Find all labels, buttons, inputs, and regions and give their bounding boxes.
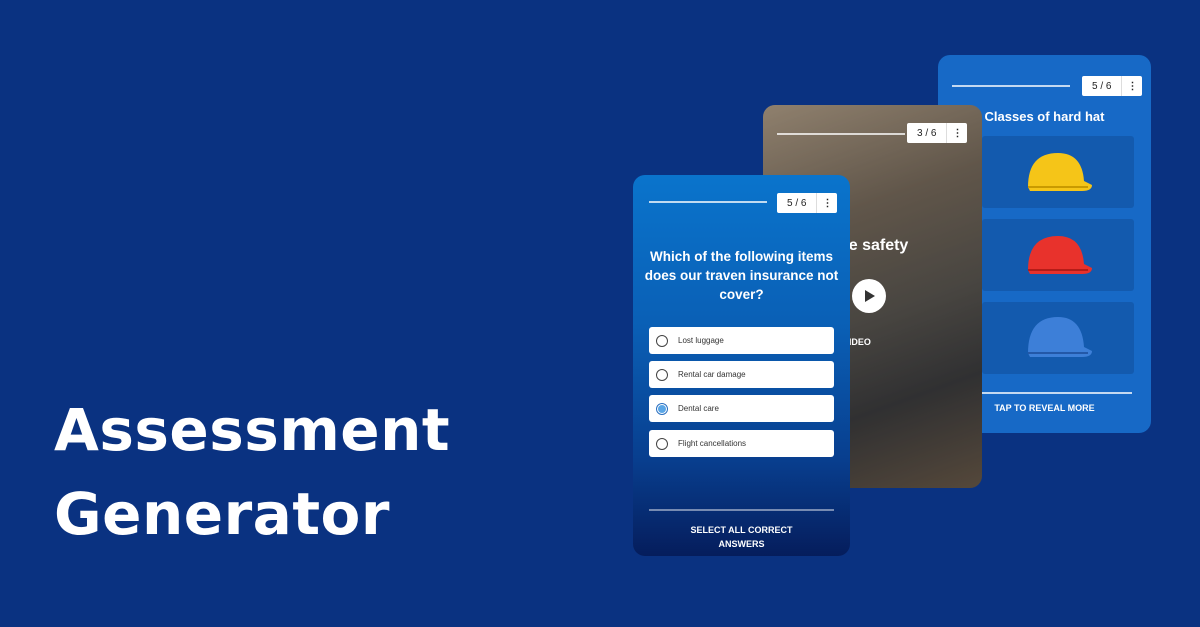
yellow-hard-hat-icon xyxy=(1028,153,1092,191)
answer-option[interactable]: Dental care xyxy=(649,395,834,422)
option-label: Lost luggage xyxy=(678,336,724,345)
divider xyxy=(649,509,834,511)
hat-tile-yellow[interactable] xyxy=(982,136,1134,208)
option-label: Dental care xyxy=(678,404,719,413)
more-vertical-icon[interactable]: ⋮ xyxy=(1122,81,1142,92)
play-button[interactable] xyxy=(852,279,886,313)
counter: 3 / 6 ⋮ xyxy=(907,123,968,143)
radio-button[interactable] xyxy=(656,334,668,347)
hero-line-1: Assessment xyxy=(54,396,451,464)
question-text: Which of the following items does our tr… xyxy=(644,249,839,302)
answer-option[interactable]: Flight cancellations xyxy=(649,430,834,457)
radio-button-selected[interactable] xyxy=(656,402,668,415)
counter: 5 / 6 ⋮ xyxy=(1082,76,1143,96)
counter: 5 / 6 ⋮ xyxy=(777,193,838,213)
answer-option[interactable]: Lost luggage xyxy=(649,327,834,354)
hero-title: Assessment Generator xyxy=(54,388,450,556)
option-label: Rental car damage xyxy=(678,370,746,379)
play-icon xyxy=(865,290,875,302)
answer-option[interactable]: Rental car damage xyxy=(649,361,834,388)
blue-hard-hat-icon xyxy=(1028,317,1092,357)
counter-text: 5 / 6 xyxy=(777,193,818,213)
more-vertical-icon[interactable]: ⋮ xyxy=(947,128,967,139)
progress-line xyxy=(777,133,905,135)
counter-text: 3 / 6 xyxy=(907,123,948,143)
radio-button[interactable] xyxy=(656,437,668,450)
counter-text: 5 / 6 xyxy=(1082,76,1123,96)
progress-line xyxy=(649,201,767,203)
instruction-text: SELECT ALL CORRECT ANSWERS xyxy=(690,525,793,549)
divider xyxy=(982,392,1132,394)
more-vertical-icon[interactable]: ⋮ xyxy=(817,198,837,209)
radio-button[interactable] xyxy=(656,368,668,381)
hat-tile-red[interactable] xyxy=(982,219,1134,291)
hero-line-2: Generator xyxy=(54,480,390,548)
hat-tile-blue[interactable] xyxy=(982,302,1134,374)
progress-line xyxy=(952,85,1070,87)
option-label: Flight cancellations xyxy=(678,439,747,448)
red-hard-hat-icon xyxy=(1028,236,1092,274)
quiz-card: 5 / 6 ⋮ Which of the following items doe… xyxy=(633,175,850,556)
